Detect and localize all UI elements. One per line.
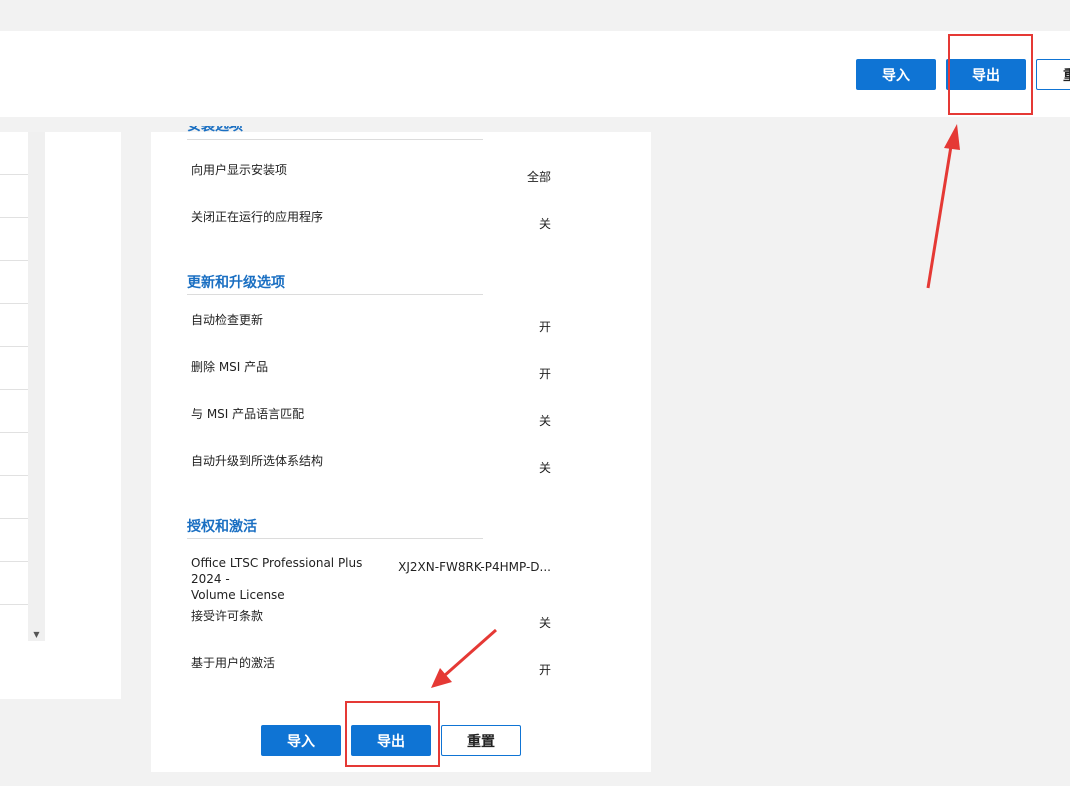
arrow-to-bottom-export-icon [431, 628, 497, 688]
annotation-arrows [431, 124, 960, 688]
arrow-to-top-export-icon [926, 124, 960, 289]
